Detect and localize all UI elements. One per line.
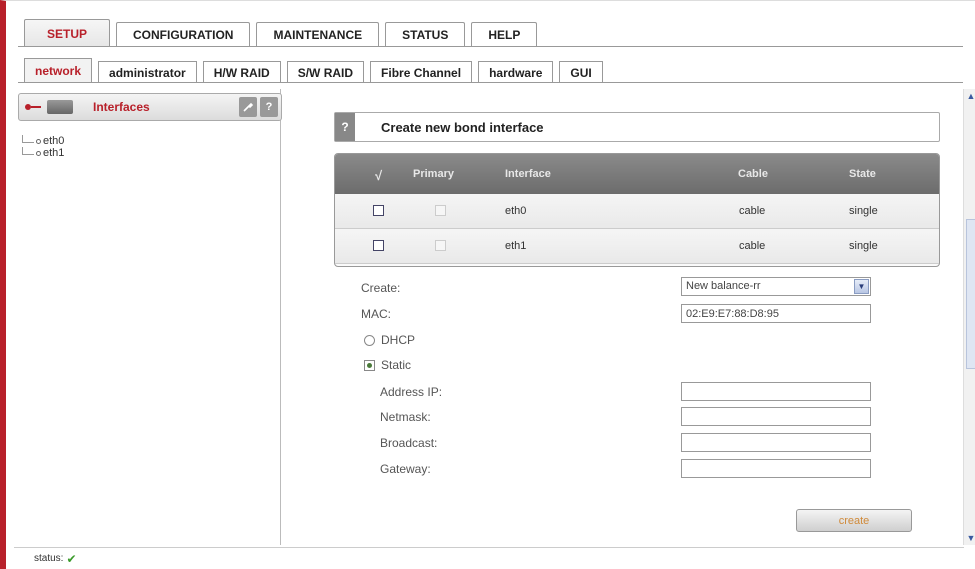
static-label: Static bbox=[381, 358, 412, 372]
col-select: √ bbox=[375, 168, 383, 183]
broadcast-label: Broadcast: bbox=[380, 436, 438, 450]
tree-node-icon bbox=[36, 138, 41, 144]
check-icon: ✔ bbox=[66, 551, 77, 566]
status-label: status: bbox=[34, 553, 64, 564]
main-tab-bar: SETUP CONFIGURATION MAINTENANCE STATUS H… bbox=[24, 19, 543, 47]
tree-item-label: eth1 bbox=[43, 147, 65, 159]
subtab-network[interactable]: network bbox=[24, 58, 93, 83]
col-primary: Primary bbox=[413, 168, 454, 180]
interface-cell: eth1 bbox=[505, 240, 527, 252]
broadcast-field[interactable] bbox=[681, 433, 871, 452]
sub-tab-bar: network administrator H/W RAID S/W RAID … bbox=[24, 58, 609, 83]
chevron-down-icon[interactable]: ▼ bbox=[854, 279, 869, 294]
col-cable: Cable bbox=[738, 168, 768, 180]
dhcp-label: DHCP bbox=[381, 333, 416, 347]
section-header: ? Create new bond interface bbox=[334, 112, 940, 142]
create-label: Create: bbox=[361, 281, 401, 295]
select-checkbox[interactable] bbox=[373, 205, 384, 216]
help-icon[interactable]: ? bbox=[260, 97, 278, 117]
static-radio[interactable] bbox=[364, 360, 375, 371]
primary-checkbox bbox=[435, 205, 446, 216]
bond-type-value: New balance-rr bbox=[686, 280, 761, 292]
tab-status[interactable]: STATUS bbox=[385, 22, 466, 47]
scroll-thumb[interactable] bbox=[966, 219, 975, 369]
tree-item-eth1[interactable]: eth1 bbox=[22, 147, 64, 159]
subtab-hw-raid[interactable]: H/W RAID bbox=[202, 61, 281, 83]
cable-cell: cable bbox=[739, 240, 766, 252]
primary-checkbox bbox=[435, 240, 446, 251]
vertical-scrollbar[interactable]: ▲ ▼ bbox=[963, 89, 975, 545]
mac-field[interactable] bbox=[681, 304, 871, 323]
scroll-down-icon[interactable]: ▼ bbox=[964, 531, 975, 545]
help-icon[interactable]: ? bbox=[335, 113, 355, 141]
tree-branch-line bbox=[22, 135, 34, 143]
tree-item-label: eth0 bbox=[43, 135, 65, 147]
cable-cell: cable bbox=[739, 205, 766, 217]
subtab-sw-raid[interactable]: S/W RAID bbox=[286, 61, 365, 83]
create-button[interactable]: create bbox=[796, 509, 912, 532]
tab-maintenance[interactable]: MAINTENANCE bbox=[256, 22, 380, 47]
address-ip-label: Address IP: bbox=[380, 385, 443, 399]
interface-cell: eth0 bbox=[505, 205, 527, 217]
netmask-field[interactable] bbox=[681, 407, 871, 426]
address-ip-field[interactable] bbox=[681, 382, 871, 401]
network-card-icon bbox=[47, 100, 73, 114]
tree-item-eth0[interactable]: eth0 bbox=[22, 135, 64, 147]
status-bar: status: ✔ bbox=[14, 547, 964, 569]
tab-help[interactable]: HELP bbox=[471, 22, 538, 47]
col-interface: Interface bbox=[505, 168, 551, 180]
panel-title: Interfaces bbox=[93, 100, 150, 114]
subtab-gui[interactable]: GUI bbox=[559, 61, 603, 83]
subtab-fibre-channel[interactable]: Fibre Channel bbox=[370, 61, 473, 83]
tree-node-icon bbox=[36, 150, 41, 156]
mac-label: MAC: bbox=[361, 307, 391, 321]
tree-branch-line bbox=[22, 147, 34, 155]
subtab-administrator[interactable]: administrator bbox=[98, 61, 197, 83]
wrench-icon[interactable] bbox=[239, 97, 257, 117]
interfaces-panel-header: Interfaces ? bbox=[18, 93, 282, 121]
main-tab-divider bbox=[18, 46, 963, 47]
state-cell: single bbox=[849, 205, 878, 217]
gateway-field[interactable] bbox=[681, 459, 871, 478]
interface-table: √ Primary Interface Cable State eth0 cab… bbox=[334, 153, 940, 267]
subtab-hardware[interactable]: hardware bbox=[478, 61, 554, 83]
scroll-up-icon[interactable]: ▲ bbox=[964, 89, 975, 103]
tab-configuration[interactable]: CONFIGURATION bbox=[116, 22, 251, 47]
section-title: Create new bond interface bbox=[381, 119, 544, 135]
netmask-label: Netmask: bbox=[380, 410, 431, 424]
bond-type-select[interactable]: New balance-rr ▼ bbox=[681, 277, 871, 296]
select-checkbox[interactable] bbox=[373, 240, 384, 251]
dhcp-radio[interactable] bbox=[364, 335, 375, 346]
connector-line bbox=[31, 106, 41, 108]
sub-tab-divider bbox=[18, 82, 963, 83]
app-window: SETUP CONFIGURATION MAINTENANCE STATUS H… bbox=[0, 0, 975, 569]
col-state: State bbox=[849, 168, 876, 180]
interface-tree: eth0 eth1 bbox=[22, 135, 64, 159]
table-row: eth0 cable single bbox=[335, 194, 939, 229]
table-row: eth1 cable single bbox=[335, 229, 939, 264]
table-header: √ Primary Interface Cable State bbox=[335, 154, 939, 194]
interfaces-panel: Interfaces ? eth0 eth1 bbox=[14, 89, 282, 545]
state-cell: single bbox=[849, 240, 878, 252]
gateway-label: Gateway: bbox=[380, 462, 431, 476]
tab-setup[interactable]: SETUP bbox=[24, 19, 111, 47]
